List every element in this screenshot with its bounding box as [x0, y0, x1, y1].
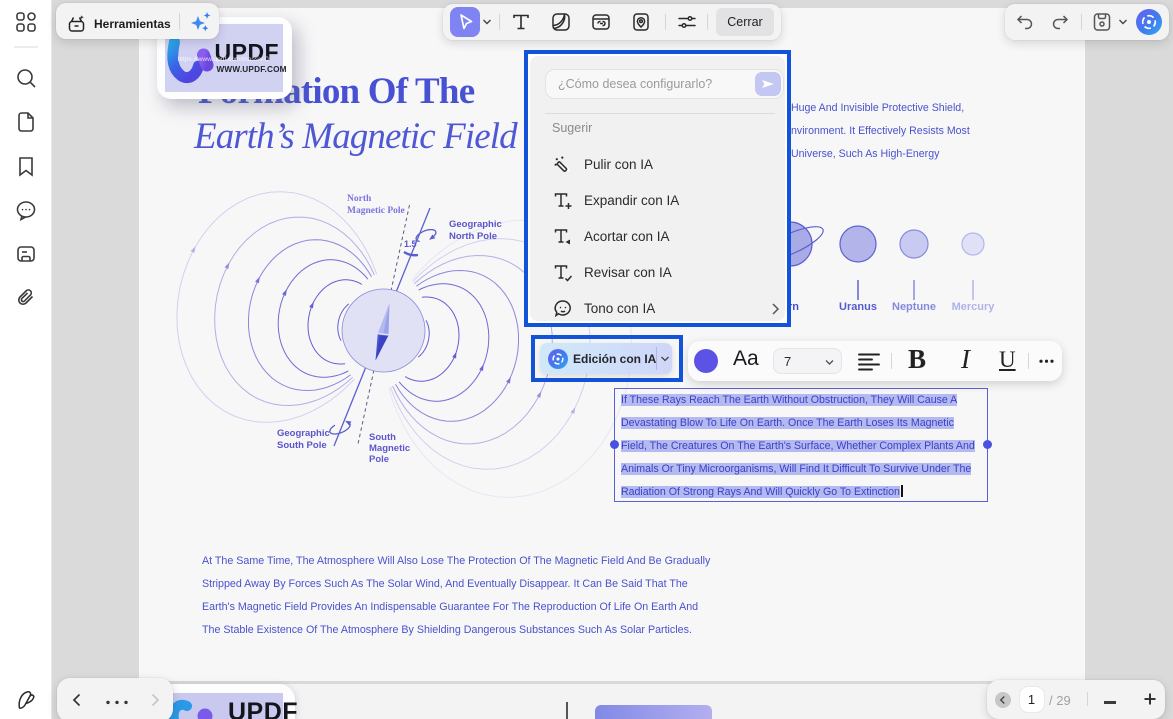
svg-text:South Pole: South Pole: [277, 440, 327, 451]
svg-text:Geographic: Geographic: [277, 428, 330, 439]
svg-text:Magnetic: Magnetic: [369, 443, 410, 454]
svg-text:Magnetic Pole: Magnetic Pole: [347, 206, 405, 216]
svg-text:Geographic: Geographic: [449, 219, 502, 230]
svg-text:South: South: [369, 432, 396, 443]
svg-text:1.5: 1.5: [404, 239, 417, 249]
svg-text:North Pole: North Pole: [449, 231, 497, 242]
svg-text:North: North: [347, 194, 372, 204]
svg-text:Pole: Pole: [369, 454, 389, 465]
